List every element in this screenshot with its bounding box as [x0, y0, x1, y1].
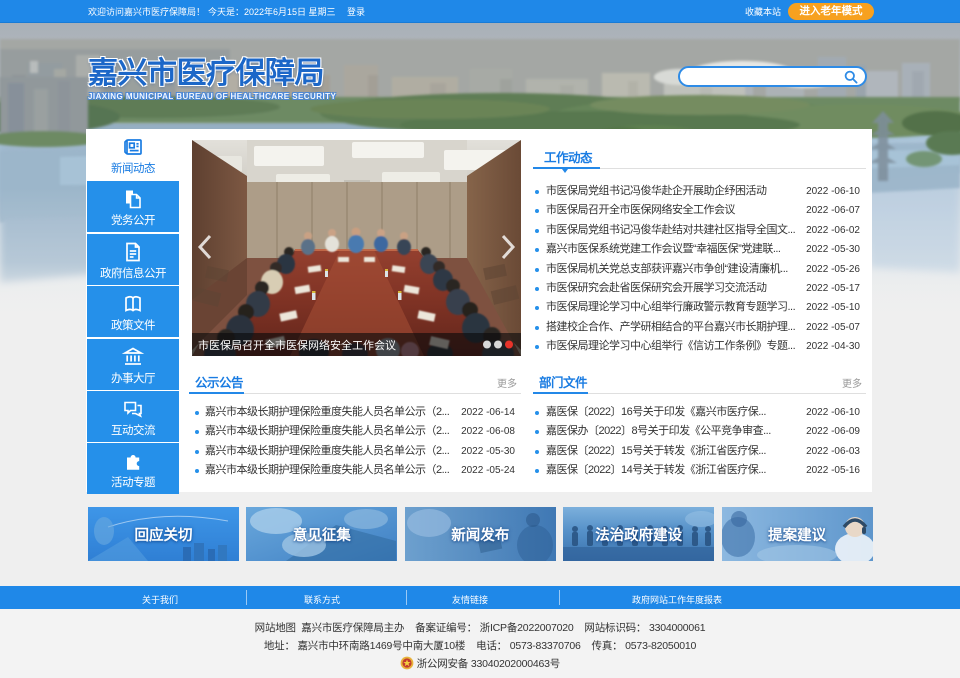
svg-text:市医保局召开全市医保网络安全工作会议: 市医保局召开全市医保网络安全工作会议 [198, 338, 396, 352]
